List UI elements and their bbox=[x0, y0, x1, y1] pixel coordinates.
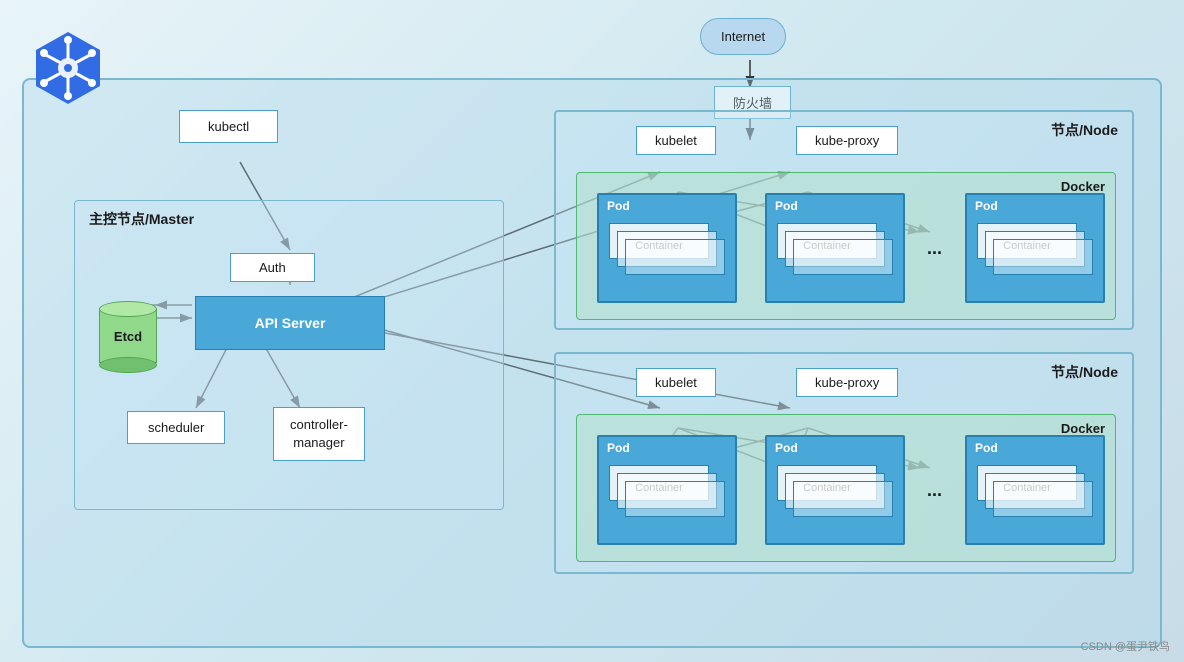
pod3-label: Pod bbox=[975, 199, 998, 213]
pod4: Pod Container bbox=[597, 435, 737, 545]
kubelet2-label: kubelet bbox=[655, 375, 697, 390]
internet-cloud: Internet bbox=[700, 18, 786, 55]
node-section-2: 节点/Node kubelet kube-proxy Docker Pod Co… bbox=[554, 352, 1134, 574]
pod4-label: Pod bbox=[607, 441, 630, 455]
docker1-label: Docker bbox=[1061, 179, 1105, 194]
controller-label: controller-manager bbox=[290, 417, 348, 450]
ellipsis1: ... bbox=[927, 238, 942, 259]
ellipsis2: ... bbox=[927, 480, 942, 501]
api-server-label: API Server bbox=[255, 315, 326, 331]
scheduler-label: scheduler bbox=[148, 420, 204, 435]
pod1: Pod Container bbox=[597, 193, 737, 303]
kubeproxy2-box: kube-proxy bbox=[796, 368, 898, 397]
docker-section-1: Docker Pod Container Pod Container bbox=[576, 172, 1116, 320]
kubectl-box: kubectl bbox=[179, 110, 278, 143]
node1-label: 节点/Node bbox=[1051, 120, 1118, 140]
node2-label: 节点/Node bbox=[1051, 362, 1118, 382]
auth-label: Auth bbox=[259, 260, 286, 275]
pod3: Pod Container bbox=[965, 193, 1105, 303]
kubectl-label: kubectl bbox=[208, 119, 249, 134]
api-server-box: API Server bbox=[195, 296, 385, 350]
master-section: 主控节点/Master Auth API Server Etcd schedul… bbox=[74, 200, 504, 510]
docker2-label: Docker bbox=[1061, 421, 1105, 436]
pod5: Pod Container bbox=[765, 435, 905, 545]
pod6-label: Pod bbox=[975, 441, 998, 455]
etcd-cylinder: Etcd bbox=[99, 301, 157, 373]
node-section-1: 节点/Node kubelet kube-proxy Docker Pod Co… bbox=[554, 110, 1134, 330]
kubeproxy2-label: kube-proxy bbox=[815, 375, 879, 390]
kubeproxy1-box: kube-proxy bbox=[796, 126, 898, 155]
scheduler-box: scheduler bbox=[127, 411, 225, 444]
pod5-label: Pod bbox=[775, 441, 798, 455]
etcd-label: Etcd bbox=[99, 329, 157, 344]
internet-label: Internet bbox=[700, 18, 786, 55]
pod2: Pod Container bbox=[765, 193, 905, 303]
pod2-label: Pod bbox=[775, 199, 798, 213]
k8s-logo bbox=[28, 28, 108, 108]
docker-section-2: Docker Pod Container Pod Container bbox=[576, 414, 1116, 562]
kubeproxy1-label: kube-proxy bbox=[815, 133, 879, 148]
kubelet2-box: kubelet bbox=[636, 368, 716, 397]
watermark: CSDN @蛋尹铁鸟 bbox=[1081, 638, 1170, 654]
controller-manager-box: controller-manager bbox=[273, 407, 365, 461]
pod6: Pod Container bbox=[965, 435, 1105, 545]
etcd-container: Etcd bbox=[99, 301, 157, 378]
auth-box: Auth bbox=[230, 253, 315, 282]
kubelet1-box: kubelet bbox=[636, 126, 716, 155]
master-label: 主控节点/Master bbox=[89, 209, 194, 229]
main-container: kubectl 主控节点/Master Auth API Server Etcd… bbox=[22, 78, 1162, 648]
kubelet1-label: kubelet bbox=[655, 133, 697, 148]
pod1-label: Pod bbox=[607, 199, 630, 213]
